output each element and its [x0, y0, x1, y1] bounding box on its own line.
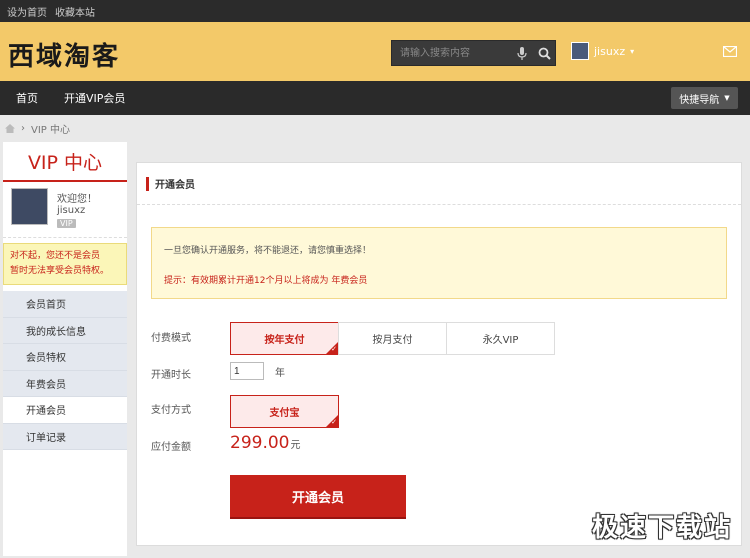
- option-alipay[interactable]: 支付宝 ✓: [230, 395, 339, 428]
- pay-mode-options: 按年支付 ✓ 按月支付 永久VIP: [230, 322, 555, 355]
- sidebar-item-annual[interactable]: 年费会员: [3, 371, 127, 397]
- sidebar-item-open-membership[interactable]: 开通会员: [3, 397, 127, 424]
- quick-nav-button[interactable]: 快捷导航 ▼: [671, 87, 738, 109]
- welcome-text: 欢迎您！: [57, 194, 97, 205]
- site-logo[interactable]: 西域淘客: [8, 36, 120, 73]
- search-input[interactable]: [392, 41, 511, 65]
- title-accent-bar: [146, 176, 149, 191]
- nav-item-home[interactable]: 首页: [16, 90, 38, 106]
- amount-number: 299.00: [230, 433, 290, 453]
- sidebar-item-growth[interactable]: 我的成长信息: [3, 318, 127, 344]
- bookmark-link[interactable]: 收藏本站: [55, 4, 95, 19]
- option-lifetime[interactable]: 永久VIP: [446, 322, 555, 355]
- avatar: [571, 42, 589, 60]
- main-panel: 开通会员 一旦您确认开通服务，将不能退还，请您慎重选择！ 提示：有效期累计开通1…: [136, 162, 742, 546]
- breadcrumb-separator-icon: ›: [21, 123, 25, 134]
- quick-nav-label: 快捷导航: [679, 94, 720, 106]
- search-icon[interactable]: [533, 41, 555, 65]
- site-header: 西域淘客 jisuxz ▾: [0, 22, 750, 81]
- duration-unit: 年: [275, 368, 285, 379]
- welcome-box: 欢迎您！ jisuxz VIP: [3, 182, 127, 238]
- tip-line-1: 一旦您确认开通服务，将不能退还，请您慎重选择！: [164, 246, 372, 256]
- tip-line-2: 提示：有效期累计开通12个月以上将成为 年费会员: [164, 276, 368, 286]
- user-avatar: [11, 188, 48, 225]
- watermark: 极速下载站: [591, 513, 732, 543]
- microphone-icon[interactable]: [511, 41, 533, 65]
- top-bar: 设为首页 收藏本站: [0, 0, 750, 22]
- option-monthly[interactable]: 按月支付: [338, 322, 447, 355]
- check-icon: ✓: [331, 345, 337, 353]
- option-alipay-label: 支付宝: [269, 408, 300, 419]
- sidebar-menu: 会员首页 我的成长信息 会员特权 年费会员 开通会员 订单记录: [3, 291, 127, 450]
- warning-tip: 一旦您确认开通服务，将不能退还，请您慎重选择！ 提示：有效期累计开通12个月以上…: [151, 227, 727, 299]
- vip-badge: VIP: [57, 219, 76, 228]
- notice-line-1: 对不起，您还不是会员: [10, 251, 101, 261]
- amount-unit: 元: [290, 440, 301, 451]
- option-monthly-label: 按月支付: [372, 335, 413, 346]
- amount-value: 299.00元: [230, 433, 300, 453]
- payment-method-label: 支付方式: [151, 405, 191, 416]
- sidebar-item-privileges[interactable]: 会员特权: [3, 344, 127, 371]
- sidebar: VIP 中心 欢迎您！ jisuxz VIP 对不起，您还不是会员 暂时无法享受…: [3, 142, 127, 556]
- set-home-link[interactable]: 设为首页: [7, 4, 47, 19]
- amount-label: 应付金额: [151, 442, 191, 453]
- username-label: jisuxz: [594, 44, 626, 58]
- member-notice: 对不起，您还不是会员 暂时无法享受会员特权。: [3, 243, 127, 285]
- sidebar-item-orders[interactable]: 订单记录: [3, 424, 127, 450]
- home-icon[interactable]: [5, 124, 15, 133]
- notice-line-2: 暂时无法享受会员特权。: [10, 266, 110, 276]
- check-icon: ✓: [331, 418, 337, 426]
- sidebar-username: jisuxz: [57, 205, 86, 216]
- main-nav: 首页 开通VIP会员 快捷导航 ▼: [0, 81, 750, 115]
- breadcrumb-current: VIP 中心: [31, 125, 70, 136]
- sidebar-title: VIP 中心: [3, 142, 127, 182]
- user-menu[interactable]: jisuxz ▾: [571, 42, 634, 60]
- chevron-down-icon: ▾: [630, 46, 635, 56]
- panel-title: 开通会员: [155, 180, 195, 191]
- mail-icon[interactable]: [722, 45, 738, 60]
- option-yearly[interactable]: 按年支付 ✓: [230, 322, 339, 355]
- sidebar-item-member-home[interactable]: 会员首页: [3, 291, 127, 318]
- duration-label: 开通时长: [151, 370, 191, 381]
- panel-header: 开通会员: [137, 163, 741, 205]
- option-yearly-label: 按年支付: [264, 335, 305, 346]
- duration-input[interactable]: [230, 362, 264, 380]
- nav-item-vip[interactable]: 开通VIP会员: [64, 90, 125, 106]
- breadcrumb: › VIP 中心: [0, 115, 750, 142]
- search-box: [391, 40, 556, 66]
- option-lifetime-label: 永久VIP: [482, 335, 519, 346]
- caret-down-icon: ▼: [724, 94, 730, 102]
- pay-mode-label: 付费模式: [151, 333, 191, 344]
- open-membership-button[interactable]: 开通会员: [230, 475, 406, 517]
